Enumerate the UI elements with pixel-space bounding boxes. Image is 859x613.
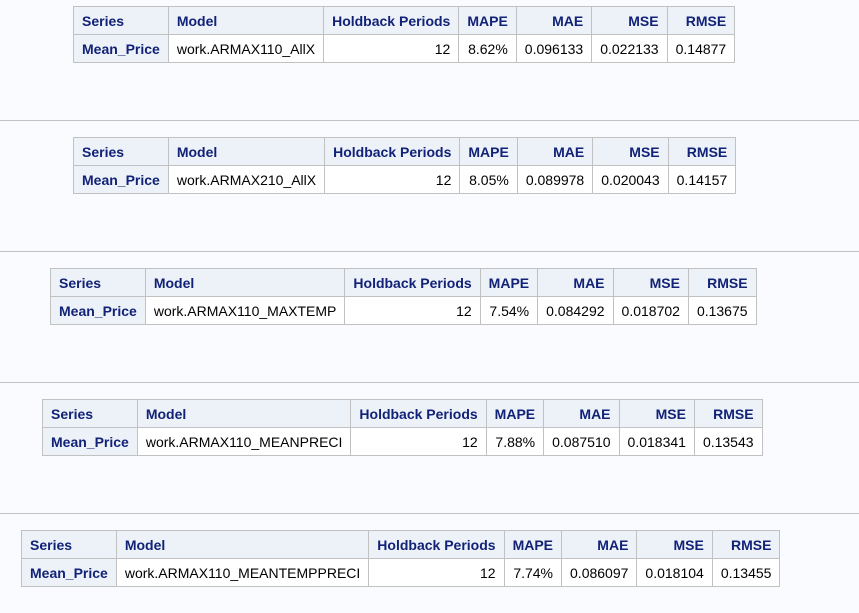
- column-header-holdback: Holdback Periods: [368, 530, 505, 559]
- column-header-model: Model: [167, 6, 325, 35]
- cell-mse: 0.018341: [618, 427, 695, 456]
- cell-model: work.ARMAX110_AllX: [167, 34, 325, 63]
- column-header-rmse: RMSE: [667, 137, 737, 166]
- table-header-row: Series Model Holdback Periods MAPE MAE M…: [42, 399, 763, 428]
- column-header-mape: MAPE: [459, 137, 518, 166]
- cell-rmse: 0.14157: [667, 165, 737, 194]
- table-row: Mean_Price work.ARMAX110_MEANTEMPPRECI 1…: [21, 558, 781, 587]
- cell-series: Mean_Price: [73, 165, 169, 194]
- column-header-rmse: RMSE: [666, 6, 736, 35]
- column-header-mape: MAPE: [479, 268, 539, 297]
- cell-mape: 8.05%: [459, 165, 518, 194]
- cell-model: work.ARMAX110_MEANTEMPPRECI: [115, 558, 370, 587]
- column-header-rmse: RMSE: [711, 530, 781, 559]
- column-header-series: Series: [50, 268, 146, 297]
- cell-rmse: 0.13675: [687, 296, 757, 325]
- column-header-mae: MAE: [561, 530, 638, 559]
- column-header-mse: MSE: [591, 6, 668, 35]
- cell-mape: 7.54%: [479, 296, 539, 325]
- column-header-series: Series: [42, 399, 138, 428]
- column-header-mape: MAPE: [503, 530, 563, 559]
- cell-holdback: 12: [368, 558, 505, 587]
- table-row: Mean_Price work.ARMAX110_MEANPRECI 12 7.…: [42, 427, 763, 456]
- column-header-mae: MAE: [543, 399, 620, 428]
- cell-series: Mean_Price: [50, 296, 146, 325]
- fit-statistics-table-5: Series Model Holdback Periods MAPE MAE M…: [21, 530, 781, 587]
- cell-model: work.ARMAX110_MEANPRECI: [136, 427, 352, 456]
- cell-mae: 0.084292: [537, 296, 614, 325]
- column-header-mse: MSE: [636, 530, 713, 559]
- table-header-row: Series Model Holdback Periods MAPE MAE M…: [73, 137, 737, 166]
- column-header-model: Model: [115, 530, 370, 559]
- cell-mse: 0.022133: [591, 34, 668, 63]
- cell-mse: 0.018702: [612, 296, 689, 325]
- column-header-mae: MAE: [537, 268, 614, 297]
- section-divider: [0, 513, 859, 514]
- section-divider: [0, 120, 859, 121]
- cell-holdback: 12: [344, 296, 481, 325]
- column-header-mape: MAPE: [458, 6, 517, 35]
- cell-holdback: 12: [350, 427, 487, 456]
- column-header-holdback: Holdback Periods: [344, 268, 481, 297]
- column-header-rmse: RMSE: [693, 399, 763, 428]
- cell-mae: 0.086097: [561, 558, 638, 587]
- cell-mse: 0.018104: [636, 558, 713, 587]
- fit-statistics-table-1: Series Model Holdback Periods MAPE MAE M…: [73, 6, 736, 63]
- section-divider: [0, 382, 859, 383]
- cell-mae: 0.087510: [543, 427, 620, 456]
- column-header-holdback: Holdback Periods: [323, 6, 460, 35]
- column-header-series: Series: [21, 530, 117, 559]
- table-header-row: Series Model Holdback Periods MAPE MAE M…: [21, 530, 781, 559]
- cell-rmse: 0.13455: [711, 558, 781, 587]
- cell-rmse: 0.13543: [693, 427, 763, 456]
- column-header-mape: MAPE: [485, 399, 545, 428]
- column-header-mse: MSE: [618, 399, 695, 428]
- cell-mape: 7.74%: [503, 558, 563, 587]
- table-row: Mean_Price work.ARMAX210_AllX 12 8.05% 0…: [73, 165, 737, 194]
- cell-holdback: 12: [323, 34, 460, 63]
- cell-mape: 8.62%: [458, 34, 517, 63]
- column-header-mse: MSE: [612, 268, 689, 297]
- cell-series: Mean_Price: [21, 558, 117, 587]
- column-header-rmse: RMSE: [687, 268, 757, 297]
- column-header-holdback: Holdback Periods: [324, 137, 461, 166]
- column-header-series: Series: [73, 137, 169, 166]
- cell-holdback: 12: [324, 165, 461, 194]
- column-header-mae: MAE: [515, 6, 593, 35]
- column-header-model: Model: [144, 268, 346, 297]
- cell-rmse: 0.14877: [666, 34, 736, 63]
- cell-series: Mean_Price: [42, 427, 138, 456]
- column-header-model: Model: [136, 399, 352, 428]
- cell-mae: 0.096133: [515, 34, 593, 63]
- table-row: Mean_Price work.ARMAX110_MAXTEMP 12 7.54…: [50, 296, 757, 325]
- cell-model: work.ARMAX110_MAXTEMP: [144, 296, 346, 325]
- column-header-series: Series: [73, 6, 169, 35]
- column-header-mae: MAE: [516, 137, 594, 166]
- column-header-holdback: Holdback Periods: [350, 399, 487, 428]
- fit-statistics-table-2: Series Model Holdback Periods MAPE MAE M…: [73, 137, 737, 194]
- cell-mae: 0.089978: [516, 165, 594, 194]
- cell-model: work.ARMAX210_AllX: [167, 165, 326, 194]
- table-row: Mean_Price work.ARMAX110_AllX 12 8.62% 0…: [73, 34, 736, 63]
- section-divider: [0, 251, 859, 252]
- fit-statistics-table-4: Series Model Holdback Periods MAPE MAE M…: [42, 399, 763, 456]
- column-header-mse: MSE: [592, 137, 669, 166]
- cell-mape: 7.88%: [485, 427, 545, 456]
- table-header-row: Series Model Holdback Periods MAPE MAE M…: [73, 6, 736, 35]
- cell-series: Mean_Price: [73, 34, 169, 63]
- cell-mse: 0.020043: [592, 165, 669, 194]
- table-header-row: Series Model Holdback Periods MAPE MAE M…: [50, 268, 757, 297]
- column-header-model: Model: [167, 137, 326, 166]
- fit-statistics-table-3: Series Model Holdback Periods MAPE MAE M…: [50, 268, 757, 325]
